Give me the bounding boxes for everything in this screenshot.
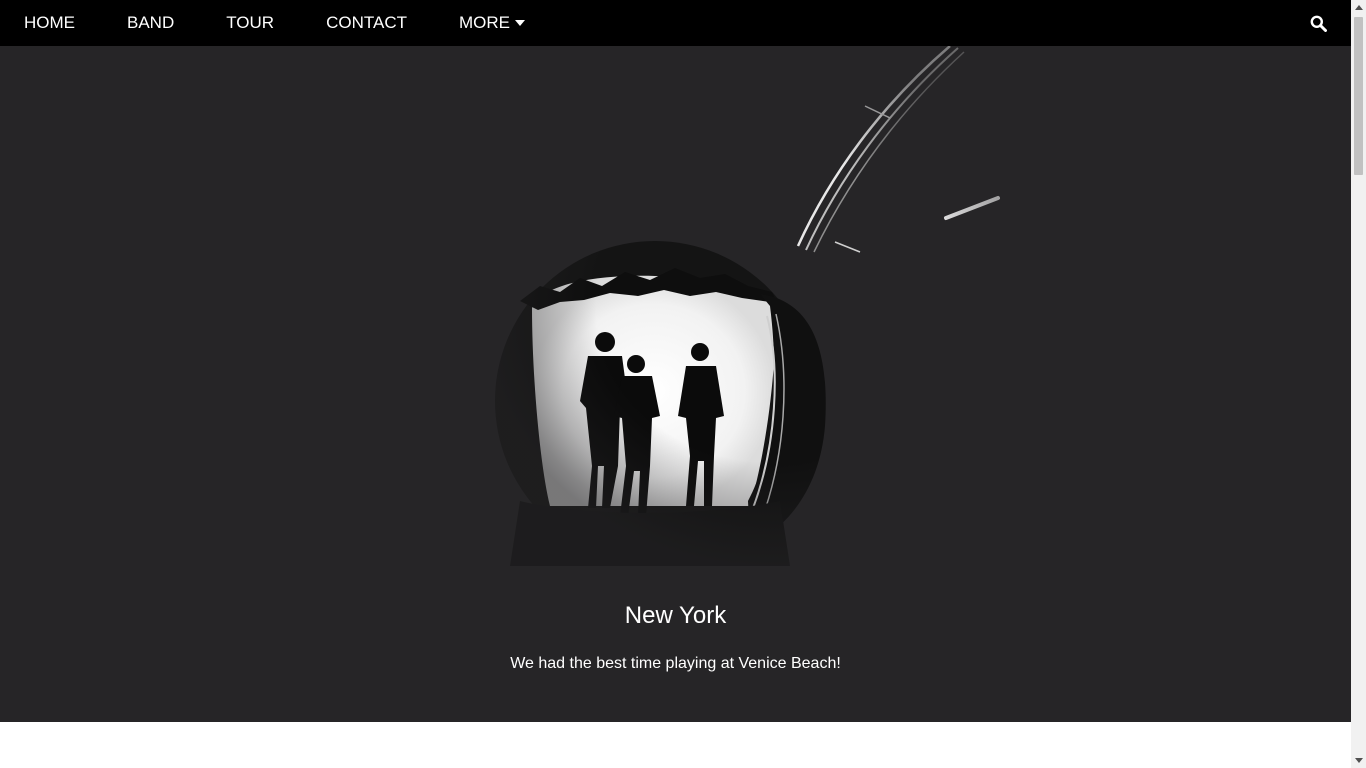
nav-more-label: MORE <box>459 13 510 32</box>
scroll-down-arrow-icon[interactable] <box>1351 753 1366 768</box>
page-scrollbar[interactable] <box>1351 0 1366 768</box>
search-icon[interactable] <box>1305 0 1331 46</box>
page: HOME BAND TOUR CONTACT MORE New York We … <box>0 0 1351 768</box>
nav-home-link[interactable]: HOME <box>0 0 101 46</box>
slide-caption: We had the best time playing at Venice B… <box>510 655 841 672</box>
nav-more-dropdown[interactable]: MORE <box>433 0 551 46</box>
top-navbar: HOME BAND TOUR CONTACT MORE <box>0 0 1351 46</box>
slide-title: New York <box>624 602 727 629</box>
nav-contact-link[interactable]: CONTACT <box>300 0 433 46</box>
scrollbar-thumb[interactable] <box>1354 17 1363 175</box>
band-silhouette-image <box>480 46 1060 566</box>
caret-down-icon <box>515 19 525 27</box>
nav-band-link[interactable]: BAND <box>101 0 200 46</box>
hero-slide: New York We had the best time playing at… <box>0 46 1351 722</box>
scroll-up-arrow-icon[interactable] <box>1351 0 1366 15</box>
nav-tour-link[interactable]: TOUR <box>200 0 300 46</box>
